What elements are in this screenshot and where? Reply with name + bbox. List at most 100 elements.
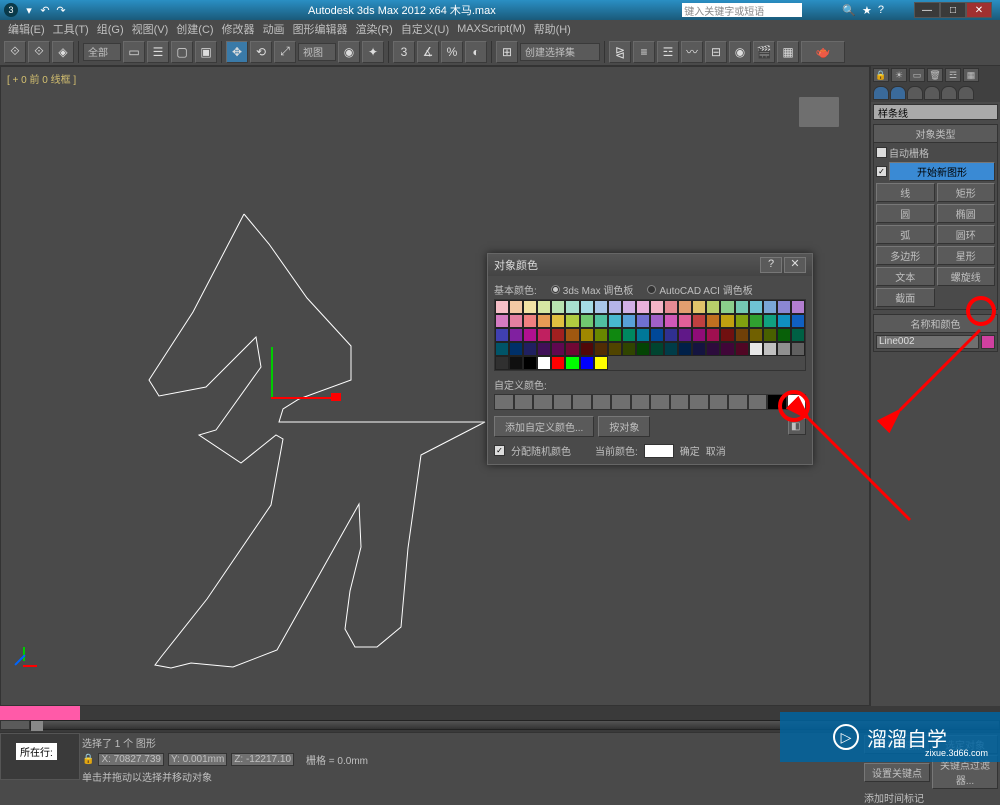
- menu-grapheditors[interactable]: 图形编辑器: [289, 21, 352, 37]
- link-icon[interactable]: ⟐: [4, 41, 26, 63]
- palette-swatch[interactable]: [720, 328, 734, 342]
- rendered-frame-icon[interactable]: ▦: [777, 41, 799, 63]
- qat-redo-icon[interactable]: ↷: [54, 3, 68, 17]
- menu-maxscript[interactable]: MAXScript(M): [453, 23, 529, 35]
- palette-swatch[interactable]: [692, 328, 706, 342]
- x-coord[interactable]: X: 70827.739: [98, 753, 164, 766]
- palette-swatch[interactable]: [720, 300, 734, 314]
- trash-icon[interactable]: 🗑: [927, 68, 943, 82]
- dialog-close-button[interactable]: ✕: [784, 257, 806, 273]
- custom-swatch[interactable]: [553, 394, 573, 410]
- unlink-icon[interactable]: ⟐: [28, 41, 50, 63]
- palette-swatch[interactable]: [565, 342, 579, 356]
- rotate-icon[interactable]: ⟲: [250, 41, 272, 63]
- palette-swatch[interactable]: [791, 300, 805, 314]
- palette-swatch[interactable]: [749, 342, 763, 356]
- palette-swatch[interactable]: [580, 300, 594, 314]
- custom-swatch[interactable]: [533, 394, 553, 410]
- object-color-swatch[interactable]: [981, 335, 995, 349]
- custom-swatch[interactable]: [728, 394, 748, 410]
- custom-swatch[interactable]: [650, 394, 670, 410]
- palette-swatch[interactable]: [608, 314, 622, 328]
- maximize-button[interactable]: □: [940, 2, 966, 18]
- palette-swatch[interactable]: [763, 342, 777, 356]
- donut-button[interactable]: 圆环: [937, 225, 996, 244]
- palette-swatch[interactable]: [622, 314, 636, 328]
- add-custom-button[interactable]: 添加自定义颜色...: [494, 416, 594, 437]
- palette-swatch[interactable]: [650, 314, 664, 328]
- select-icon[interactable]: ▭: [123, 41, 145, 63]
- window-crossing-icon[interactable]: ▣: [195, 41, 217, 63]
- palette-swatch[interactable]: [664, 300, 678, 314]
- pivot-icon[interactable]: ◉: [338, 41, 360, 63]
- line-button[interactable]: 线: [876, 183, 935, 202]
- help-icon[interactable]: ?: [878, 4, 884, 17]
- hierarchy-tab[interactable]: [907, 86, 923, 100]
- spinner-snap-icon[interactable]: ◐: [465, 41, 487, 63]
- palette-swatch[interactable]: [664, 314, 678, 328]
- selection-filter-dropdown[interactable]: 全部: [83, 43, 121, 61]
- layers-icon[interactable]: ☲: [657, 41, 679, 63]
- custom-swatch[interactable]: [572, 394, 592, 410]
- palette-swatch[interactable]: [509, 342, 523, 356]
- palette-swatch[interactable]: [636, 300, 650, 314]
- palette-swatch[interactable]: [537, 328, 551, 342]
- star-button[interactable]: 星形: [937, 246, 996, 265]
- custom-swatch[interactable]: [709, 394, 729, 410]
- palette-swatch[interactable]: [706, 328, 720, 342]
- move-icon[interactable]: ✥: [226, 41, 248, 63]
- palette-swatch[interactable]: [565, 314, 579, 328]
- custom-swatch[interactable]: [689, 394, 709, 410]
- palette-swatch[interactable]: [692, 342, 706, 356]
- palette-swatch[interactable]: [735, 314, 749, 328]
- menu-tools[interactable]: 工具(T): [49, 21, 93, 37]
- custom-swatch[interactable]: [514, 394, 534, 410]
- setkey-button[interactable]: 设置关键点: [864, 763, 930, 782]
- palette-swatch[interactable]: [594, 342, 608, 356]
- palette-swatch[interactable]: [692, 314, 706, 328]
- palette-swatch[interactable]: [509, 314, 523, 328]
- palette-swatch[interactable]: [706, 314, 720, 328]
- palette-swatch[interactable]: [791, 342, 805, 356]
- palette-swatch[interactable]: [608, 300, 622, 314]
- menu-group[interactable]: 组(G): [93, 21, 128, 37]
- palette-swatch[interactable]: [678, 342, 692, 356]
- palette-swatch[interactable]: [636, 342, 650, 356]
- autogrid-checkbox[interactable]: [876, 147, 887, 158]
- custom-swatch[interactable]: [592, 394, 612, 410]
- palette-swatch[interactable]: [678, 314, 692, 328]
- lock-icon[interactable]: 🔒: [873, 68, 889, 82]
- palette-swatch[interactable]: [622, 328, 636, 342]
- circle-button[interactable]: 圆: [876, 204, 935, 223]
- nsel-icon[interactable]: ⊞: [496, 41, 518, 63]
- palette-swatch[interactable]: [523, 342, 537, 356]
- ok-button[interactable]: 确定: [680, 443, 700, 458]
- palette-swatch[interactable]: [678, 300, 692, 314]
- align-icon[interactable]: ≡: [633, 41, 655, 63]
- menu-edit[interactable]: 编辑(E): [4, 21, 49, 37]
- menu-customize[interactable]: 自定义(U): [397, 21, 453, 37]
- palette-swatch[interactable]: [791, 314, 805, 328]
- schematic-icon[interactable]: ⊟: [705, 41, 727, 63]
- palette-swatch[interactable]: [495, 300, 509, 314]
- palette-swatch[interactable]: [749, 328, 763, 342]
- current-color-swatch[interactable]: [644, 444, 674, 458]
- palette-swatch[interactable]: [565, 300, 579, 314]
- close-button[interactable]: ✕: [966, 2, 992, 18]
- helix-button[interactable]: 螺旋线: [937, 267, 996, 286]
- palette-swatch[interactable]: [678, 328, 692, 342]
- palette-swatch[interactable]: [720, 314, 734, 328]
- palette-swatch[interactable]: [594, 314, 608, 328]
- assign-random-checkbox[interactable]: ✓: [494, 445, 505, 456]
- menu-animation[interactable]: 动画: [259, 21, 289, 37]
- palette-swatch[interactable]: [622, 342, 636, 356]
- render-icon[interactable]: 🫖: [801, 41, 845, 63]
- palette-swatch[interactable]: [565, 356, 579, 370]
- minimize-button[interactable]: —: [914, 2, 940, 18]
- qat-save-icon[interactable]: ▾: [22, 3, 36, 17]
- palette-swatch[interactable]: [763, 314, 777, 328]
- select-name-icon[interactable]: ☰: [147, 41, 169, 63]
- palette-swatch[interactable]: [791, 328, 805, 342]
- modify-tab[interactable]: [890, 86, 906, 100]
- object-name-input[interactable]: Line002: [876, 335, 979, 349]
